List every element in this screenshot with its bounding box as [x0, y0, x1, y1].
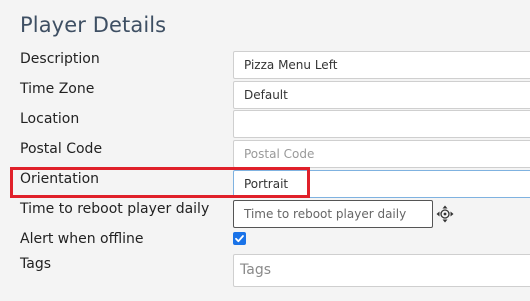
reboot-time-input[interactable]: Time to reboot player daily	[233, 200, 433, 228]
time-zone-label: Time Zone	[20, 81, 95, 97]
tags-label: Tags	[20, 256, 51, 272]
postal-code-label: Postal Code	[20, 141, 103, 157]
location-input[interactable]	[233, 110, 530, 138]
alert-offline-label: Alert when offline	[20, 231, 144, 247]
tags-input[interactable]: Tags	[233, 254, 530, 287]
move-icon[interactable]	[435, 204, 455, 224]
description-input[interactable]: Pizza Menu Left	[233, 51, 530, 79]
orientation-label: Orientation	[20, 171, 100, 187]
orientation-select[interactable]: Portrait	[233, 170, 530, 198]
checkmark-icon	[235, 235, 244, 243]
reboot-time-label: Time to reboot player daily	[20, 201, 210, 217]
time-zone-select[interactable]: Default	[233, 81, 530, 109]
alert-offline-checkbox[interactable]	[233, 232, 246, 245]
description-label: Description	[20, 51, 100, 67]
page-title: Player Details	[20, 13, 167, 37]
location-label: Location	[20, 111, 80, 127]
postal-code-input[interactable]: Postal Code	[233, 140, 530, 168]
